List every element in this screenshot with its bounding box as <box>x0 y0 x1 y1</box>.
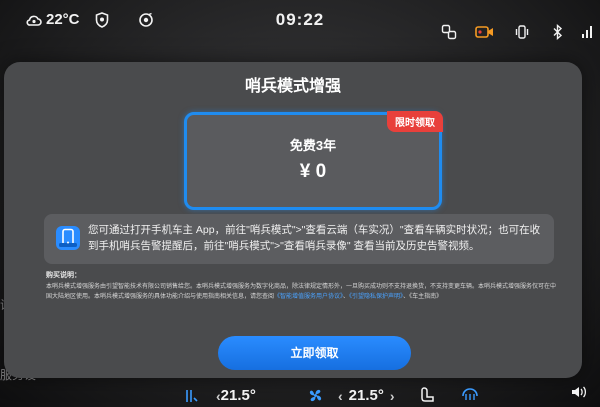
clock: 09:22 <box>275 10 325 29</box>
multi-screen-icon[interactable] <box>441 24 457 40</box>
left-temperature[interactable]: ‹ 21.5° <box>216 387 256 404</box>
vibration-icon[interactable] <box>514 24 530 40</box>
notes-title: 购买说明： <box>46 272 81 279</box>
right-temperature[interactable]: ‹ 21.5° › <box>338 387 395 404</box>
dialog-title: 哨兵模式增强 <box>244 78 341 95</box>
user-agreement-link[interactable]: 《智能增值服务用户协议》 <box>274 294 343 300</box>
info-box: 您可通过打开手机车主 App，前往"哨兵模式">"查看云端（车实况）"查看车辆实… <box>44 214 554 264</box>
purchase-notes: 购买说明： 本哨兵模式增强服务由引望智能技术有限公司销售给您。本哨兵模式增强服务… <box>46 270 556 302</box>
climate-bar: ‹ 21.5° ‹ 21.5° › <box>0 384 600 407</box>
offer-price: ¥ 0 <box>299 161 327 182</box>
offer-period: 免费3年 <box>289 138 337 153</box>
seat-heat-icon[interactable] <box>183 388 199 404</box>
dashcam-icon[interactable] <box>475 25 495 39</box>
sentry-mode-dialog: 哨兵模式增强 限时领取 免费3年 ¥ 0 您可通过打开手机车主 App，前往"哨… <box>4 62 582 378</box>
bluetooth-icon[interactable] <box>552 24 564 40</box>
signal-icon <box>581 24 593 40</box>
notes-line2: 国大陆地区使用。本哨兵模式增强服务的具体功能介绍与使用指南相关信息，请您查阅 <box>46 294 275 300</box>
notes-body: 本哨兵模式增强服务由引望智能技术有限公司销售给您。本哨兵模式增强服务为数字化商品… <box>46 282 556 302</box>
fan-icon[interactable] <box>307 387 324 404</box>
defrost-icon[interactable] <box>460 386 480 402</box>
left-temp-value: 21.5° <box>220 387 256 404</box>
seat-icon[interactable] <box>420 386 436 404</box>
privacy-statement-link[interactable]: 《引望隐私保护声明》 <box>349 294 403 300</box>
notes-line1: 本哨兵模式增强服务由引望智能技术有限公司销售给您。本哨兵模式增强服务为数字化商品… <box>46 284 557 290</box>
status-bar: 22°C 09:22 <box>0 0 600 44</box>
right-temp-increase-icon[interactable]: › <box>390 388 395 404</box>
owner-guide-link[interactable]: 《车主指南》 <box>409 294 442 300</box>
claim-now-button[interactable]: 立即领取 <box>218 336 411 370</box>
limited-time-badge: 限时领取 <box>387 111 443 132</box>
phone-app-icon <box>54 224 82 252</box>
info-text: 您可通过打开手机车主 App，前往"哨兵模式">"查看云端（车实况）"查看车辆实… <box>88 224 541 252</box>
right-temp-value: 21.5° <box>348 387 384 404</box>
volume-icon[interactable] <box>570 384 588 400</box>
right-temp-decrease-icon[interactable]: ‹ <box>338 388 343 404</box>
offer-card[interactable]: 限时领取 免费3年 ¥ 0 <box>184 111 443 210</box>
